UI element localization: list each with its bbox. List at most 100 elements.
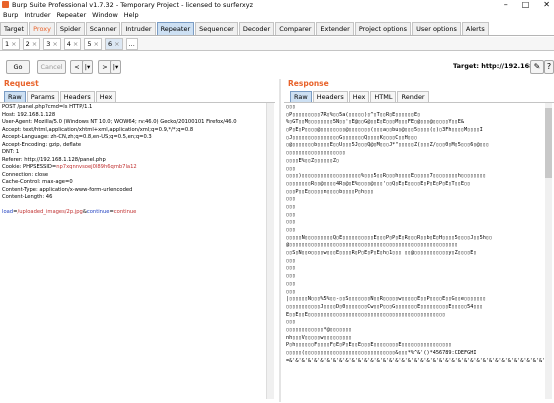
go-button[interactable]: Go: [6, 60, 30, 74]
response-line: ▯@▯▯▯▯▯▯▯b▯▯▯▯E▯▯U▯▯▯5J▯▯▯Q@▯M▯▯▯J*"▯▯▯▯…: [286, 142, 490, 149]
repeater-tab-new[interactable]: ...: [125, 38, 138, 50]
response-line: ▯▯▯▯▯▯▯▯R▯▯@▯▯▯▯4R▯@▯E%▯▯▯▯@▯▯▯'▯▯Q▯E▯E▯…: [286, 180, 471, 187]
title-bar: Burp Suite Professional v1.7.32 - Tempor…: [0, 0, 554, 10]
help-icon[interactable]: ?: [544, 60, 554, 74]
forward-history-dropdown[interactable]: |▾: [110, 60, 121, 74]
close-tab-icon[interactable]: ×: [52, 39, 57, 49]
request-line: Accept: text/html,application/xhtml+xml,…: [2, 126, 194, 133]
response-line: ▯▯▯▯▯▯▯▯▯▯▯▯▯▯▯▯▯▯▯: [286, 150, 346, 157]
tab-extender[interactable]: Extender: [316, 22, 354, 35]
response-line: ▯▯▯: [286, 165, 296, 172]
repeater-tab-label: 1: [5, 40, 10, 48]
menu-bar: Burp Intruder Repeater Window Help: [0, 10, 554, 21]
cookie-name: Cookie: PHPSESSID=: [2, 164, 57, 170]
burp-logo-icon: [2, 1, 9, 8]
tab-repeater[interactable]: Repeater: [156, 22, 195, 35]
body-param-name: continue: [86, 209, 110, 215]
repeater-toolbar: Go Cancel < |▾ > |▾ Target: http://192.1…: [0, 55, 554, 77]
repeater-tab-label: ...: [128, 40, 135, 48]
response-line: ▯P▯E▯P▯▯▯▯@▯▯▯▯▯▯▯▯@▯▯▯▯▯▯▯(▯▯▯a▯▯bu▯@▯▯…: [286, 127, 483, 134]
repeater-tab-2[interactable]: 2 ×: [22, 38, 41, 50]
request-line: DNT: 1: [2, 149, 20, 155]
repeater-tab-6[interactable]: 6 ×: [104, 38, 123, 50]
response-line: ▯▯▯: [286, 273, 296, 280]
response-line: ▯▯▯▯▯▯▯▯▯▯▯J▯▯▯▯D▯0▯▯▯▯▯▯▯Cw▯▯P▯▯▯G▯▯▯▯▯…: [286, 303, 483, 310]
close-tab-icon[interactable]: ×: [11, 39, 16, 49]
close-button[interactable]: ✕: [543, 0, 550, 9]
response-line: ▯▯▯▯E%▯▯Z▯▯▯▯▯▯Z▯: [286, 157, 340, 164]
repeater-tab-label: 6: [107, 40, 113, 48]
close-tab-icon[interactable]: ×: [73, 39, 78, 49]
request-line: Host: 192.168.1.128: [2, 111, 56, 118]
repeater-tab-5[interactable]: 5 ×: [84, 38, 102, 50]
repeater-tab-label: 5: [87, 40, 92, 48]
request-line: Accept-Encoding: gzip, deflate: [2, 141, 82, 148]
response-line: ▯▯▯▯)▯▯▯▯▯▯▯▯▯▯▯▯▯▯▯▯▯▯▯%▯▯▯5▯▯R▯▯▯h▯▯▯▯…: [286, 173, 486, 180]
response-line: ▯▯▯: [286, 196, 296, 203]
tab-user-options[interactable]: User options: [412, 22, 461, 35]
request-line: POST /panel.php?cmd=ls HTTP/1.1: [2, 104, 93, 110]
request-editor[interactable]: POST /panel.php?cmd=ls HTTP/1.1 Host: 19…: [0, 102, 275, 403]
menu-help[interactable]: Help: [124, 10, 139, 21]
request-line: [2, 202, 270, 210]
close-tab-icon[interactable]: ×: [94, 39, 99, 49]
menu-burp[interactable]: Burp: [3, 10, 18, 21]
tab-intruder[interactable]: Intruder: [121, 22, 156, 35]
menu-intruder[interactable]: Intruder: [24, 10, 50, 21]
response-line: ▯▯▯▯▯N▯▯▯▯▯▯▯▯▯Q▯E▯▯▯▯▯▯▯▯▯▯E▯▯▯P▯P▯E▯R▯…: [286, 234, 493, 241]
response-line: ▯▯▯: [286, 265, 296, 272]
back-history-dropdown[interactable]: |▾: [82, 60, 93, 74]
body-param-value: continue: [113, 209, 137, 215]
close-tab-icon[interactable]: ×: [114, 39, 119, 49]
response-line: ▯▯▯: [286, 288, 296, 295]
request-line: Accept-Language: zh-CN,zh;q=0.8,en-US;q=…: [2, 134, 152, 140]
tab-spider[interactable]: Spider: [55, 22, 85, 35]
close-tab-icon[interactable]: ×: [32, 39, 37, 49]
tab-project-options[interactable]: Project options: [354, 22, 412, 35]
request-line: Content-Type: application/x-www-form-url…: [2, 186, 133, 193]
tab-decoder[interactable]: Decoder: [238, 22, 275, 35]
tab-alerts[interactable]: Alerts: [461, 22, 489, 35]
request-scrollbar[interactable]: [266, 103, 274, 399]
request-line: Referer: http://192.168.1.128/panel.php: [2, 156, 106, 163]
response-text: ▯▯▯ ▯P▯▯▯▯▯▯▯▯▯7R▯%▯▯5a(▯▯▯▯▯)▯^▯T▯▯R▯E▯▯…: [286, 104, 548, 365]
response-line: ▯▯▯▯▯(▯▯▯▯▯▯▯▯▯▯▯▯▯▯▯▯▯▯▯▯▯▯▯▯▯▯▯▯▯&▯▯▯*…: [286, 350, 477, 356]
repeater-tab-1[interactable]: 1 ×: [2, 38, 20, 50]
tab-target[interactable]: Target: [0, 22, 29, 35]
response-line: ▯▯▯: [286, 104, 296, 110]
minimize-button[interactable]: –: [504, 0, 508, 9]
response-line: nh▯▯▯V▯▯▯▯▯w▯▯▯▯▯▯▯▯▯: [286, 334, 352, 341]
tab-sequencer[interactable]: Sequencer: [195, 22, 238, 35]
response-title: Response: [288, 79, 329, 88]
repeater-tab-4[interactable]: 4 ×: [63, 38, 82, 50]
request-line: Content-Length: 46: [2, 194, 53, 200]
menu-window[interactable]: Window: [92, 10, 118, 21]
pane-splitter[interactable]: [279, 79, 281, 402]
cancel-button[interactable]: Cancel: [37, 60, 66, 74]
response-scroll-thumb[interactable]: [545, 108, 552, 178]
main-tabs: Target Proxy Spider Scanner Intruder Rep…: [0, 22, 554, 36]
body-param-value: /uploaded_images/2p.jpg: [17, 209, 83, 215]
response-line: %▯GT▯▯M▯▯▯▯▯▯▯▯5N▯▯'▯E@▯▯G@▯▯E▯E▯▯▯M▯▯▯F…: [286, 119, 465, 126]
response-viewer[interactable]: ▯▯▯ ▯P▯▯▯▯▯▯▯▯▯7R▯%▯▯5a(▯▯▯▯▯)▯^▯T▯▯R▯E▯▯…: [284, 102, 554, 403]
response-line: ▯▯▯: [286, 211, 296, 218]
edit-target-icon[interactable]: ✎: [530, 60, 544, 74]
response-line: ▯▯▯P▯▯E▯▯▯▯▯n▯▯▯▯b▯▯▯▯P▯h▯▯▯: [286, 188, 374, 195]
tab-proxy[interactable]: Proxy: [29, 22, 55, 35]
tab-comparer[interactable]: Comparer: [275, 22, 316, 35]
request-body-line: load=/uploaded_images/2p.jpg&continue=co…: [2, 209, 137, 215]
response-line: ▯▯▯: [286, 203, 296, 210]
response-line: ▯▯▯: [286, 319, 296, 326]
response-line: ▯▯▯: [286, 280, 296, 287]
repeater-sub-tabs: 1 × 2 × 3 × 4 × 5 × 6 × ...: [0, 37, 554, 51]
tab-scanner[interactable]: Scanner: [85, 22, 121, 35]
repeater-tab-label: 3: [46, 40, 51, 48]
maximize-button[interactable]: □: [522, 0, 530, 9]
response-line: ▯▯▯: [286, 227, 296, 233]
repeater-tab-label: 4: [66, 40, 71, 48]
repeater-tab-3[interactable]: 3 ×: [43, 38, 61, 50]
menu-repeater[interactable]: Repeater: [57, 10, 87, 21]
request-line: Cache-Control: max-age=0: [2, 179, 73, 185]
response-line: ▯▯▯: [286, 219, 296, 226]
response-line: |▯▯▯▯▯▯N▯▯▯%5%▯▯-▯▯S▯▯▯▯▯▯▯N▯▯R▯▯▯▯▯w▯▯▯…: [286, 296, 486, 303]
